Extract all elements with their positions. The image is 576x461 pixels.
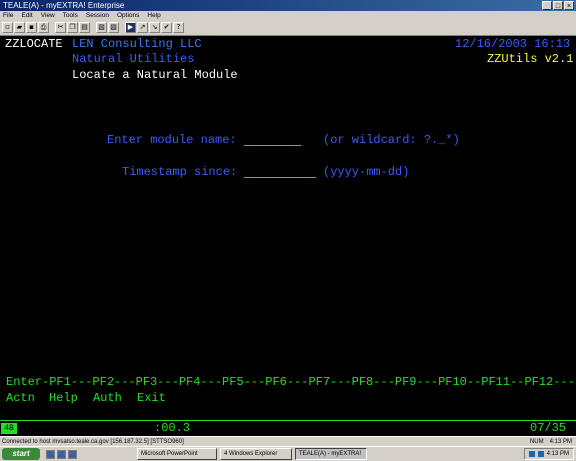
- macro-icon[interactable]: ▶: [125, 22, 136, 33]
- tray-network-icon[interactable]: [528, 451, 535, 457]
- menu-edit[interactable]: Edit: [21, 11, 32, 20]
- pf3-label[interactable]: Exit: [137, 391, 166, 405]
- send-icon[interactable]: ↗: [137, 22, 148, 33]
- cut-icon[interactable]: ✂: [55, 22, 66, 33]
- toolbar: ▫ ▰ ▪ ⎙ ✂ ❐ ▤ ▧ ▨ ▶ ↗ ↘ ✔ ?: [0, 20, 576, 36]
- taskbar-item-explorer[interactable]: 4 Windows Explorer: [220, 448, 292, 460]
- taskbar: start Microsoft PowerPoint 4 Windows Exp…: [0, 446, 576, 461]
- browser-icon[interactable]: [57, 449, 66, 459]
- module-hint: (or wildcard: ?._*): [323, 133, 460, 147]
- connect-icon[interactable]: ▧: [96, 22, 107, 33]
- subtitle: Natural Utilities: [72, 52, 195, 66]
- pf1-label[interactable]: Help: [49, 391, 78, 405]
- copy-icon[interactable]: ❐: [67, 22, 78, 33]
- taskbar-item-powerpoint[interactable]: Microsoft PowerPoint: [137, 448, 217, 460]
- menu-options[interactable]: Options: [117, 11, 139, 20]
- toolbar-separator: [50, 22, 54, 33]
- pf-enter-label[interactable]: Actn: [6, 391, 35, 405]
- menu-tools[interactable]: Tools: [63, 11, 78, 20]
- settings-icon[interactable]: ✔: [161, 22, 172, 33]
- receive-icon[interactable]: ↘: [149, 22, 160, 33]
- menu-bar: File Edit View Tools Session Options Hel…: [0, 11, 576, 20]
- module-label: Enter module name:: [107, 133, 237, 147]
- toolbar-separator: [120, 22, 124, 33]
- pf-key-line: Enter-PF1---PF2---PF3---PF4---PF5---PF6-…: [6, 375, 575, 389]
- quick-launch: [46, 449, 77, 459]
- program-id: ZZLOCATE: [5, 37, 63, 51]
- timestamp-hint: (yyyy-mm-dd): [323, 165, 410, 179]
- tray-volume-icon[interactable]: [537, 451, 544, 457]
- timestamp-label: Timestamp since:: [122, 165, 238, 179]
- menu-help[interactable]: Help: [147, 11, 160, 20]
- response-timer: :00.3: [154, 421, 191, 435]
- system-tray: 4:13 PM: [523, 448, 574, 460]
- company-name: LEN Consulting LLC: [72, 37, 202, 51]
- help-icon[interactable]: ?: [173, 22, 184, 33]
- disconnect-icon[interactable]: ▨: [108, 22, 119, 33]
- taskbar-item-extra[interactable]: TEALE(A) - myEXTRA!: [295, 448, 367, 460]
- pf2-label[interactable]: Auth: [93, 391, 122, 405]
- clock: 4:13 PM: [546, 451, 569, 457]
- menu-view[interactable]: View: [41, 11, 55, 20]
- start-button[interactable]: start: [2, 448, 40, 460]
- function-title: Locate a Natural Module: [72, 68, 238, 82]
- cursor-position: 07/35: [530, 421, 567, 435]
- datetime: 12/16/2003 16:13: [455, 37, 571, 51]
- print-icon[interactable]: ⎙: [38, 22, 49, 33]
- product-version: ZZUtils v2.1: [487, 52, 574, 66]
- session-indicator: 4B: [1, 423, 17, 434]
- toolbar-separator: [91, 22, 95, 33]
- timestamp-field[interactable]: [244, 165, 316, 178]
- menu-session[interactable]: Session: [86, 11, 109, 20]
- outlook-icon[interactable]: [68, 449, 77, 459]
- terminal-screen[interactable]: ZZLOCATE LEN Consulting LLC 12/16/2003 1…: [0, 36, 576, 420]
- module-name-field[interactable]: [244, 133, 301, 146]
- window-titlebar: TEALE(A) - myEXTRA! Enterprise _ □ ×: [0, 0, 576, 11]
- close-button[interactable]: ×: [564, 1, 574, 10]
- operator-info-area: 4B :00.3 07/35: [0, 420, 576, 436]
- window-controls: _ □ ×: [542, 1, 574, 10]
- new-icon[interactable]: ▫: [2, 22, 13, 33]
- status-bar: Connected to host mvsatso.teale.ca.gov […: [0, 436, 576, 446]
- desktop-icon[interactable]: [46, 449, 55, 459]
- open-icon[interactable]: ▰: [14, 22, 25, 33]
- paste-icon[interactable]: ▤: [79, 22, 90, 33]
- window-title: TEALE(A) - myEXTRA! Enterprise: [3, 1, 125, 10]
- menu-file[interactable]: File: [3, 11, 13, 20]
- minimize-button[interactable]: _: [542, 1, 552, 10]
- save-icon[interactable]: ▪: [26, 22, 37, 33]
- maximize-button[interactable]: □: [553, 1, 563, 10]
